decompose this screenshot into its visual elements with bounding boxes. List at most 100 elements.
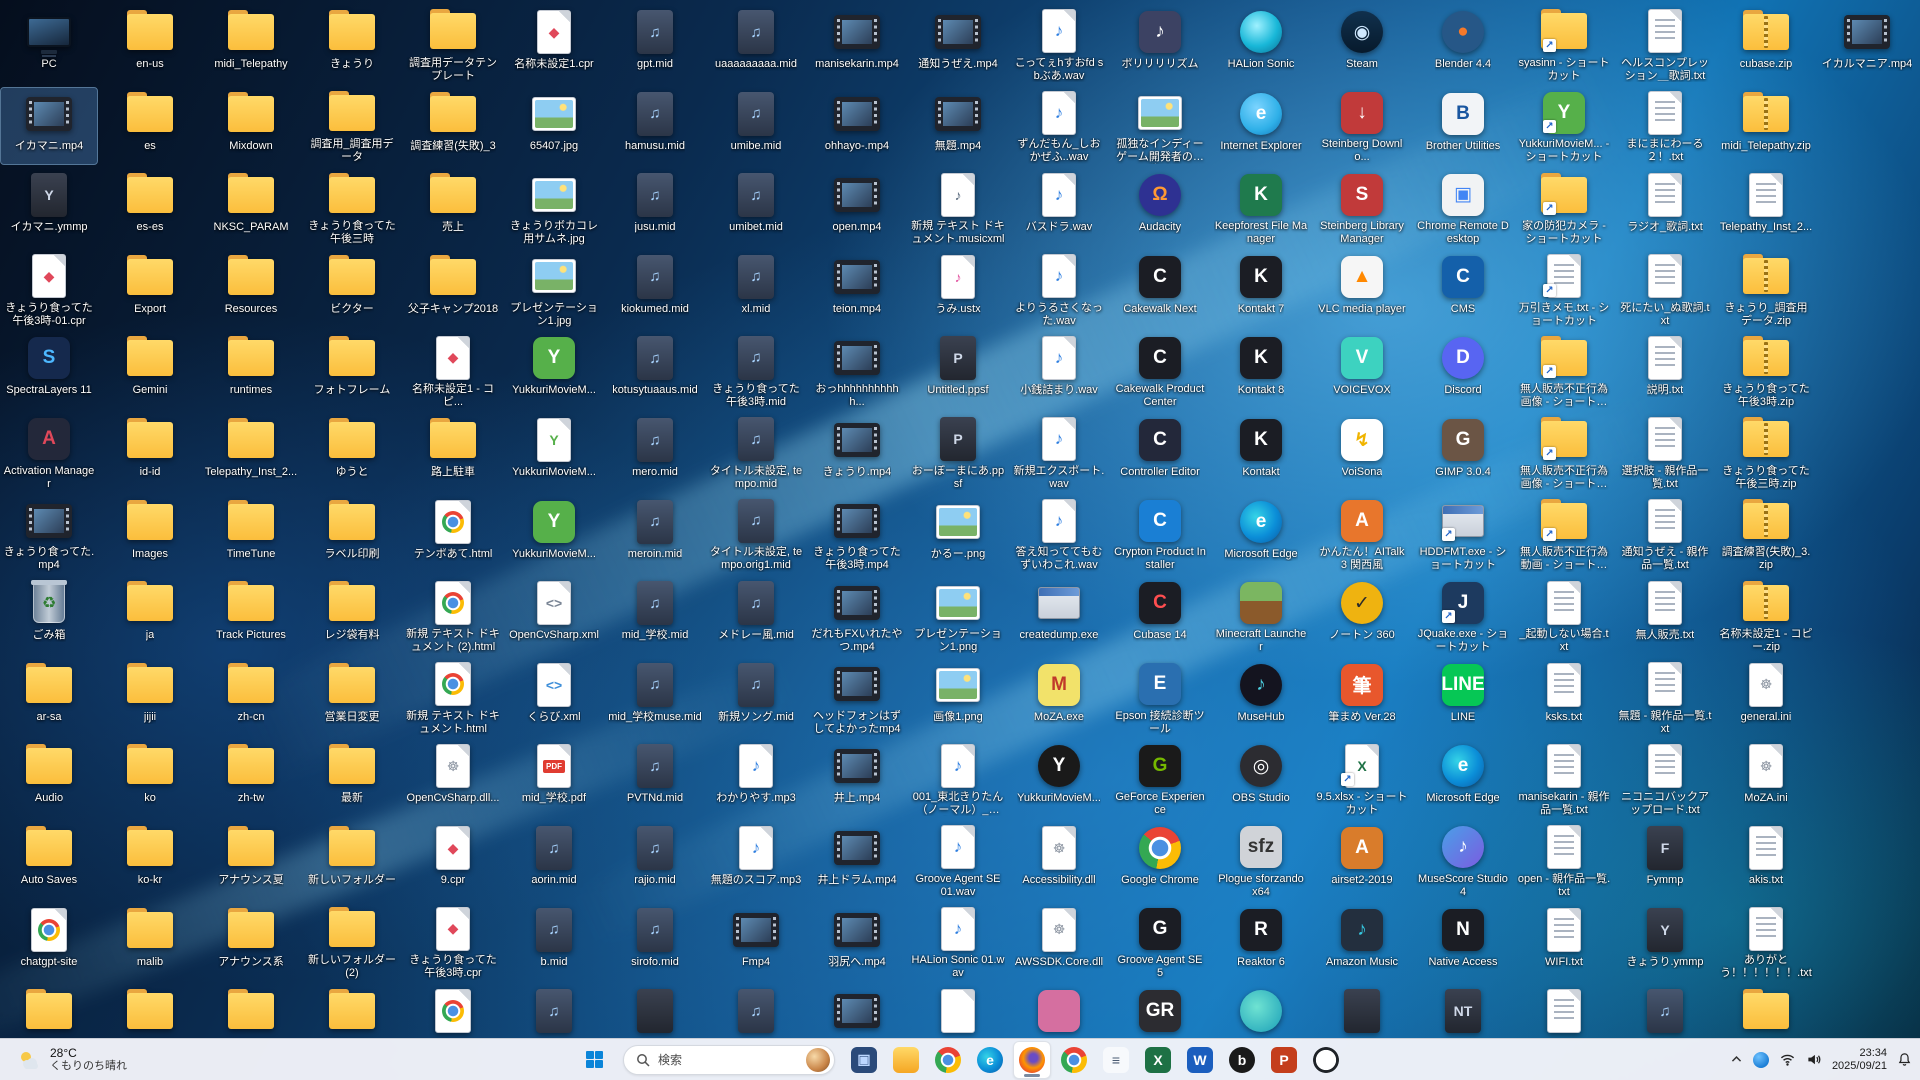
desktop-icon[interactable]: CCakewalk Product Center <box>1112 332 1208 408</box>
desktop-icon[interactable]: ✓ノートン 360 <box>1314 577 1410 653</box>
desktop-icon[interactable]: Gemini <box>102 332 198 408</box>
desktop-icon[interactable]: ありがとう！！！！！！.txt <box>1718 904 1814 980</box>
desktop-icon[interactable]: zh-tw <box>203 740 299 816</box>
desktop-icon[interactable]: sirofo.mid <box>607 904 703 980</box>
desktop-icon[interactable]: FFymmp <box>1617 822 1713 898</box>
taskbar-app-powerpoint[interactable]: P <box>1265 1041 1303 1079</box>
desktop-icon[interactable]: chatgpt-site <box>1 904 97 980</box>
desktop-icon[interactable]: わかりやす.mp3 <box>708 740 804 816</box>
desktop-icon[interactable]: jijii <box>102 659 198 735</box>
desktop-icon[interactable]: ↗無人販売不正行為動画 - ショートカット <box>1516 496 1612 572</box>
desktop-icon[interactable]: ar-sa <box>1 659 97 735</box>
taskbar-app-file-explorer[interactable] <box>887 1041 925 1079</box>
desktop-icon[interactable]: Minecraft Launcher <box>1213 577 1309 653</box>
desktop-icon[interactable]: open - 親作品一覧.txt <box>1516 822 1612 898</box>
desktop-icon[interactable]: ラジオ_歌詞.txt <box>1617 169 1713 245</box>
desktop-icon[interactable]: ♪うみ.ustx <box>910 251 1006 327</box>
desktop-icon[interactable]: 調査用_調査用データ <box>304 88 400 164</box>
desktop-icon[interactable]: よりうるさくなった.wav <box>1011 251 1107 327</box>
desktop-icon[interactable]: en-us <box>102 6 198 82</box>
desktop-icon[interactable]: GGroove Agent SE 5 <box>1112 904 1208 980</box>
desktop-icon[interactable]: かるー.png <box>910 496 1006 572</box>
desktop-icon[interactable]: TimeTune <box>203 496 299 572</box>
desktop-icon[interactable]: ♪Amazon Music <box>1314 904 1410 980</box>
desktop-icon[interactable]: ▣Chrome Remote Desktop <box>1415 169 1511 245</box>
desktop-icon[interactable]: Yきょうり.ymmp <box>1617 904 1713 980</box>
desktop-icon[interactable]: 通知うぜえ.mp4 <box>910 6 1006 82</box>
desktop-icon[interactable]: manisekarin.mp4 <box>809 6 905 82</box>
desktop-icon[interactable]: CCubase 14 <box>1112 577 1208 653</box>
desktop-icon[interactable]: おっhhhhhhhhhhh... <box>809 332 905 408</box>
desktop-icon[interactable]: きょうり <box>304 6 400 82</box>
desktop-icon[interactable]: eMicrosoft Edge <box>1213 496 1309 572</box>
desktop-icon[interactable]: eMicrosoft Edge <box>1415 740 1511 816</box>
desktop-icon[interactable]: きょうり食ってた午後3時.mid <box>708 332 804 408</box>
desktop-icon[interactable]: kiokumed.mid <box>607 251 703 327</box>
desktop-icon[interactable]: ニコニコバックアップロード.txt <box>1617 740 1713 816</box>
desktop-icon[interactable]: malib <box>102 904 198 980</box>
weather-widget[interactable]: 28°C くもりのち晴れ <box>6 1043 137 1076</box>
desktop-icon[interactable]: ◆名称未設定1 - コピ... <box>405 332 501 408</box>
desktop-icon[interactable]: ゆうと <box>304 414 400 490</box>
desktop-icon[interactable]: きょうりボカコレ用サムネ.jpg <box>506 169 602 245</box>
desktop-icon[interactable]: Aかんたん！AITalk 3 関西風 <box>1314 496 1410 572</box>
desktop-icon[interactable]: 無人販売.txt <box>1617 577 1713 653</box>
desktop-icon[interactable]: LINELINE <box>1415 659 1511 735</box>
desktop-icon[interactable]: xl.mid <box>708 251 804 327</box>
desktop-icon[interactable]: ☸MoZA.ini <box>1718 740 1814 816</box>
desktop-icon[interactable]: 無題のスコア.mp3 <box>708 822 804 898</box>
desktop-icon[interactable]: 小銭詰まり.wav <box>1011 332 1107 408</box>
desktop-icon[interactable]: まにまにわーる２！.txt <box>1617 88 1713 164</box>
desktop-icon[interactable]: 売上 <box>405 169 501 245</box>
desktop-icon[interactable]: メドレー風.mid <box>708 577 804 653</box>
desktop-icon[interactable]: Auto Saves <box>1 822 97 898</box>
desktop-icon[interactable]: NKSC_PARAM <box>203 169 299 245</box>
desktop-icon[interactable]: midi_Telepathy.zip <box>1718 88 1814 164</box>
desktop-icon[interactable]: Resources <box>203 251 299 327</box>
desktop-icon[interactable]: Export <box>102 251 198 327</box>
desktop-icon[interactable]: ◉Steam <box>1314 6 1410 82</box>
desktop-icon[interactable]: WIFI.txt <box>1516 904 1612 980</box>
desktop-icon[interactable]: MMoZA.exe <box>1011 659 1107 735</box>
desktop-icon[interactable]: 死にたい_ぬ歌詞.txt <box>1617 251 1713 327</box>
desktop-icon[interactable]: こってぇhすおfd s bぶあ.wav <box>1011 6 1107 82</box>
desktop-icon[interactable]: ずんだもん_しおかぜふ..wav <box>1011 88 1107 164</box>
desktop-icon[interactable]: ko-kr <box>102 822 198 898</box>
desktop-icon[interactable]: midi_Telepathy <box>203 6 299 82</box>
search-box[interactable]: 検索 <box>623 1045 835 1075</box>
desktop-icon[interactable]: Audio <box>1 740 97 816</box>
desktop-icon[interactable]: aorin.mid <box>506 822 602 898</box>
desktop-icon[interactable]: ja <box>102 577 198 653</box>
desktop-icon[interactable]: ↗syasinn - ショートカット <box>1516 6 1612 82</box>
desktop-icon[interactable]: イカルマニア.mp4 <box>1819 6 1915 82</box>
desktop-icon[interactable]: VVOICEVOX <box>1314 332 1410 408</box>
desktop-icon[interactable]: アナウンス系 <box>203 904 299 980</box>
desktop-icon[interactable]: ↗HDDFMT.exe - ショートカット <box>1415 496 1511 572</box>
desktop-icon[interactable]: 新規 テキスト ドキュメント.html <box>405 659 501 735</box>
desktop-icon[interactable]: 65407.jpg <box>506 88 602 164</box>
desktop-icon[interactable]: きょうり.mp4 <box>809 414 905 490</box>
desktop-icon[interactable]: rajio.mid <box>607 822 703 898</box>
desktop-icon[interactable]: 001_東北きりたん（ノーマル）_今じゃ... <box>910 740 1006 816</box>
taskbar-app-bandlab[interactable]: b <box>1223 1041 1261 1079</box>
desktop-icon[interactable]: createdump.exe <box>1011 577 1107 653</box>
desktop-icon[interactable]: umibe.mid <box>708 88 804 164</box>
desktop-icon[interactable]: ビクター <box>304 251 400 327</box>
desktop-icon[interactable]: CCMS <box>1415 251 1511 327</box>
taskbar-app-excel[interactable]: X <box>1139 1041 1177 1079</box>
desktop-icon[interactable]: ☸general.ini <box>1718 659 1814 735</box>
desktop-icon[interactable]: Fmp4 <box>708 904 804 980</box>
desktop-icon[interactable]: Google Chrome <box>1112 822 1208 898</box>
desktop-icon[interactable]: 新しいフォルダー <box>304 822 400 898</box>
desktop-icon[interactable]: PDFmid_学校.pdf <box>506 740 602 816</box>
desktop-icon[interactable]: uaaaaaaaaa.mid <box>708 6 804 82</box>
desktop-icon[interactable]: teion.mp4 <box>809 251 905 327</box>
desktop-icon[interactable]: ◎OBS Studio <box>1213 740 1309 816</box>
desktop-icon[interactable]: akis.txt <box>1718 822 1814 898</box>
desktop-icon[interactable]: Groove Agent SE 01.wav <box>910 822 1006 898</box>
desktop-icon[interactable]: meroin.mid <box>607 496 703 572</box>
desktop-icon[interactable]: ヘッドフォンはずしてよかったmp4 <box>809 659 905 735</box>
taskbar-app-chrome-profile-2[interactable] <box>1055 1041 1093 1079</box>
desktop-icon[interactable]: 羽尻へ.mp4 <box>809 904 905 980</box>
desktop-icon[interactable]: gpt.mid <box>607 6 703 82</box>
